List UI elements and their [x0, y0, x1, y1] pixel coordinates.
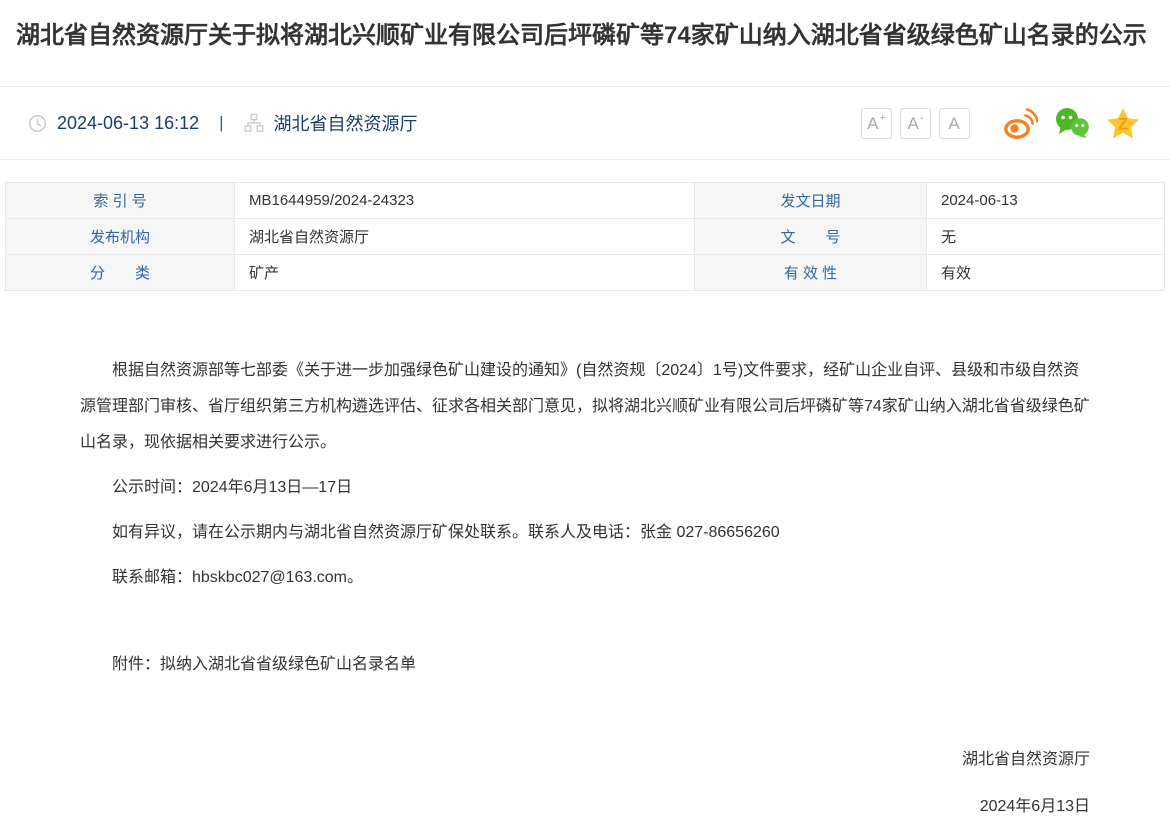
- meta-separator: |: [219, 113, 223, 133]
- meta-right: A+ A- A: [861, 107, 1140, 140]
- attachment-prefix: 附件：: [112, 656, 160, 673]
- table-row: 发布机构 湖北省自然资源厅 文 号 无: [6, 219, 1165, 255]
- meta-row: 2024-06-13 16:12 | 湖北省自然资源厅 A+ A- A: [0, 87, 1170, 160]
- font-decrease-button[interactable]: A-: [900, 108, 931, 139]
- category-value: 矿产: [235, 255, 695, 291]
- body-paragraph: 根据自然资源部等七部委《关于进一步加强绿色矿山建设的通知》(自然资规〔2024〕…: [80, 353, 1090, 461]
- document-body: 根据自然资源部等七部委《关于进一步加强绿色矿山建设的通知》(自然资规〔2024〕…: [0, 353, 1170, 825]
- validity-value: 有效: [927, 255, 1165, 291]
- publisher-value: 湖北省自然资源厅: [235, 219, 695, 255]
- font-reset-button[interactable]: A: [939, 108, 970, 139]
- issue-date-label: 发文日期: [695, 183, 927, 219]
- title-block: 湖北省自然资源厅关于拟将湖北兴顺矿业有限公司后坪磷矿等74家矿山纳入湖北省省级绿…: [0, 0, 1170, 87]
- attachment-line: 附件：拟纳入湖北省省级绿色矿山名录名单: [80, 647, 1090, 683]
- svg-text:Z: Z: [1118, 114, 1128, 133]
- announcement-page: 湖北省自然资源厅关于拟将湖北兴顺矿业有限公司后坪磷矿等74家矿山纳入湖北省省级绿…: [0, 0, 1170, 835]
- signature-org: 湖北省自然资源厅: [80, 742, 1090, 778]
- index-number-value: MB1644959/2024-24323: [235, 183, 695, 219]
- source-name: 湖北省自然资源厅: [274, 110, 418, 136]
- validity-label: 有 效 性: [695, 255, 927, 291]
- publisher-label: 发布机构: [6, 219, 235, 255]
- index-number-label: 索 引 号: [6, 183, 235, 219]
- page-title: 湖北省自然资源厅关于拟将湖北兴顺矿业有限公司后坪磷矿等74家矿山纳入湖北省省级绿…: [16, 21, 1154, 51]
- doc-number-label: 文 号: [695, 219, 927, 255]
- font-decrease-label: A: [907, 115, 918, 132]
- info-table: 索 引 号 MB1644959/2024-24323 发文日期 2024-06-…: [5, 182, 1165, 291]
- qzone-star-icon[interactable]: Z: [1106, 107, 1140, 140]
- issue-date-value: 2024-06-13: [927, 183, 1165, 219]
- category-label: 分 类: [6, 255, 235, 291]
- contact-email: 联系邮箱：hbskbc027@163.com。: [80, 560, 1090, 596]
- publish-time: 2024-06-13 16:12: [57, 113, 199, 134]
- wechat-icon[interactable]: [1054, 107, 1090, 139]
- font-reset-label: A: [948, 115, 959, 132]
- font-increase-label: A: [867, 115, 878, 132]
- attachment-link[interactable]: 拟纳入湖北省省级绿色矿山名录名单: [160, 656, 416, 673]
- table-row: 分 类 矿产 有 效 性 有效: [6, 255, 1165, 291]
- font-increase-button[interactable]: A+: [861, 108, 892, 139]
- doc-number-value: 无: [927, 219, 1165, 255]
- clock-icon: [28, 114, 47, 133]
- weibo-icon[interactable]: [1004, 107, 1038, 139]
- meta-left: 2024-06-13 16:12 | 湖北省自然资源厅: [28, 110, 418, 136]
- sitemap-icon: [244, 113, 264, 133]
- publicity-period: 公示时间：2024年6月13日—17日: [80, 470, 1090, 506]
- table-row: 索 引 号 MB1644959/2024-24323 发文日期 2024-06-…: [6, 183, 1165, 219]
- contact-info: 如有异议，请在公示期内与湖北省自然资源厅矿保处联系。联系人及电话：张金 027-…: [80, 515, 1090, 551]
- signature-date: 2024年6月13日: [80, 789, 1090, 825]
